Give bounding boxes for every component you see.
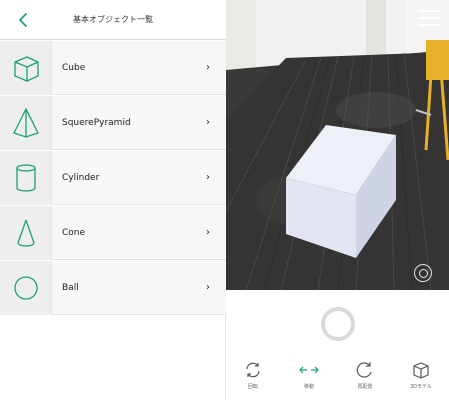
page-title: 基本オブジェクト一覧 — [73, 15, 153, 24]
chevron-right-icon: › — [206, 117, 210, 128]
pyramid-icon — [13, 107, 39, 138]
shutter-button[interactable] — [321, 307, 355, 341]
cube-icon — [413, 362, 429, 379]
hamburger-menu-icon[interactable] — [418, 10, 440, 28]
list-header: 基本オブジェクト一覧 — [0, 0, 226, 40]
3d-model-button[interactable]: 3Dモデル — [400, 360, 442, 396]
list-item-icon-box — [0, 151, 52, 205]
list-item-icon-box — [0, 96, 52, 150]
move-icon — [299, 366, 319, 374]
list-item-squerepyramid[interactable]: SquerePyramid › — [0, 96, 226, 150]
cube-icon — [14, 56, 39, 82]
move-label: 移動 — [303, 384, 314, 390]
camera-switch-icon[interactable] — [414, 264, 432, 282]
chevron-right-icon: › — [206, 62, 210, 73]
list-item-label: SquerePyramid — [62, 118, 131, 128]
chevron-right-icon: › — [206, 227, 210, 238]
cone-icon — [17, 219, 35, 247]
ar-controls: 回転 移動 再配置 3Dモデル — [226, 290, 449, 400]
list-item-icon-box — [0, 41, 52, 95]
rotate-button[interactable]: 回転 — [232, 360, 274, 396]
cylinder-icon — [16, 164, 36, 192]
list-item-label: Cylinder — [62, 173, 100, 183]
3d-model-label: 3Dモデル — [409, 384, 433, 390]
chevron-left-icon — [19, 13, 27, 27]
list-item-ball[interactable]: Ball › — [0, 261, 226, 315]
list-item-icon-box — [0, 206, 52, 260]
list-item-label: Ball — [62, 283, 79, 293]
ar-camera-view[interactable] — [226, 0, 449, 290]
sphere-icon — [14, 276, 38, 300]
app-root: 基本オブジェクト一覧 Cube › SquerePyramid › Cylind… — [0, 0, 449, 400]
object-list-panel: 基本オブジェクト一覧 Cube › SquerePyramid › Cylind… — [0, 0, 226, 400]
chevron-right-icon: › — [206, 282, 210, 293]
list-item-cylinder[interactable]: Cylinder › — [0, 151, 226, 205]
ar-view-panel: 回転 移動 再配置 3Dモデル — [226, 0, 449, 400]
back-button[interactable] — [14, 10, 34, 30]
chevron-right-icon: › — [206, 172, 210, 183]
reposition-label: 再配置 — [357, 384, 373, 390]
reposition-button[interactable]: 再配置 — [344, 360, 386, 396]
list-item-cone[interactable]: Cone › — [0, 206, 226, 260]
ar-scene-image — [226, 0, 449, 290]
list-item-cube[interactable]: Cube › — [0, 41, 226, 95]
move-button[interactable]: 移動 — [288, 360, 330, 396]
rotate-label: 回転 — [247, 384, 258, 390]
reset-icon — [356, 362, 372, 378]
list-item-icon-box — [0, 261, 52, 315]
list-item-label: Cone — [62, 228, 86, 238]
rotate-icon — [246, 362, 260, 378]
list-item-label: Cube — [62, 63, 86, 73]
